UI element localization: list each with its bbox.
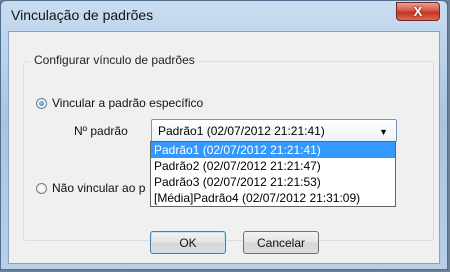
title-bar[interactable]: Vinculação de padrões X [1,1,447,31]
window-title: Vinculação de padrões [11,7,154,23]
ok-button[interactable]: OK [150,231,226,254]
close-button[interactable]: X [396,2,440,21]
radio-specific-pattern[interactable]: Vincular a padrão específico [36,96,203,110]
pattern-dropdown-list[interactable]: Padrão1 (02/07/2012 21:21:41) Padrão2 (0… [150,141,396,207]
dropdown-option[interactable]: Padrão2 (02/07/2012 21:21:47) [151,158,395,174]
dropdown-option[interactable]: Padrão1 (02/07/2012 21:21:41) [151,142,395,158]
dropdown-option[interactable]: Padrão3 (02/07/2012 21:21:53) [151,174,395,190]
radio-no-link[interactable]: Não vincular ao p [36,181,145,195]
radio-no-link-label: Não vincular ao p [52,181,146,195]
close-icon: X [413,4,423,19]
pattern-combobox[interactable]: Padrão1 (02/07/2012 21:21:41) ▼ [151,119,397,142]
radio-specific-label: Vincular a padrão específico [52,96,204,110]
groupbox-label: Configurar vínculo de padrões [30,53,199,67]
radio-selected-icon[interactable] [36,97,47,109]
chevron-down-icon[interactable]: ▼ [379,127,388,137]
dropdown-option[interactable]: [Média]Padrão4 (02/07/2012 21:31:09) [151,190,395,206]
dialog-window: Vinculação de padrões X Configurar víncu… [0,0,448,270]
combo-value: Padrão1 (02/07/2012 21:21:41) [158,123,325,138]
cancel-button[interactable]: Cancelar [243,231,319,254]
radio-unselected-icon[interactable] [36,182,47,194]
pattern-number-label: Nº padrão [74,124,128,138]
